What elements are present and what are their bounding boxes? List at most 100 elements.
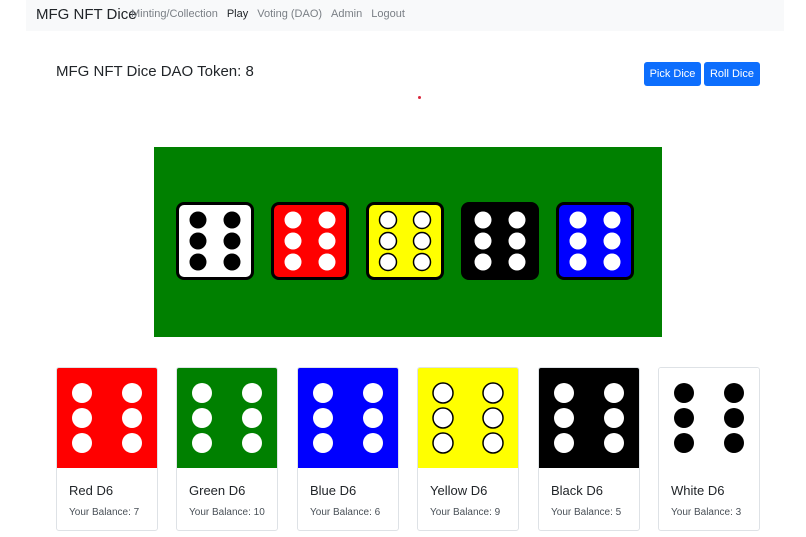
die-face [674,383,744,453]
die-pip [604,433,624,453]
die-pip [432,432,454,454]
die-pip [603,232,621,250]
die-yellow[interactable] [366,202,444,280]
card-title: Yellow D6 [430,483,488,498]
die-face [284,211,336,271]
die-pip [482,432,504,454]
die-pip [189,211,207,229]
nav-link-logout[interactable]: Logout [371,8,405,20]
die-pip [242,408,262,428]
die-pip [508,232,526,250]
pick-dice-button[interactable]: Pick Dice [644,62,701,86]
die-pip [313,433,333,453]
die-pip [474,232,492,250]
nav-links: Minting/Collection Play Voting (DAO) Adm… [131,8,414,20]
card-dice-image [539,368,639,468]
card-dice-image [659,368,759,468]
die-pip [363,383,383,403]
die-pip [223,232,241,250]
die-pip [318,253,336,271]
die-pip [674,383,694,403]
card-white-d6[interactable]: White D6 Your Balance: 3 [658,367,760,531]
die-blue[interactable] [556,202,634,280]
die-pip [482,407,504,429]
die-pip [223,253,241,271]
die-pip [604,408,624,428]
nav-link-voting[interactable]: Voting (DAO) [257,8,322,20]
card-title: Black D6 [551,483,604,498]
card-title: Red D6 [69,483,114,498]
die-face [72,383,142,453]
die-pip [674,408,694,428]
die-pip [508,211,526,229]
die-pip [284,232,302,250]
die-pip [313,408,333,428]
card-title: Green D6 [189,483,246,498]
card-blue-d6[interactable]: Blue D6 Your Balance: 6 [297,367,399,531]
die-face [189,211,241,271]
die-pip [192,408,212,428]
die-face [192,383,262,453]
die-pip [192,433,212,453]
die-pip [378,252,398,272]
die-face [313,383,383,453]
die-pip [363,408,383,428]
card-balance: Your Balance: 6 [310,507,381,518]
die-pip [122,408,142,428]
card-balance: Your Balance: 7 [69,507,140,518]
die-pip [242,383,262,403]
die-pip [674,433,694,453]
die-face [378,210,432,272]
roll-dice-button[interactable]: Roll Dice [704,62,760,86]
nav-link-play[interactable]: Play [227,8,248,20]
die-pip [603,253,621,271]
die-black[interactable] [461,202,539,280]
die-pip [603,211,621,229]
card-black-d6[interactable]: Black D6 Your Balance: 5 [538,367,640,531]
die-red[interactable] [271,202,349,280]
die-face [554,383,624,453]
die-pip [412,210,432,230]
nav-link-minting[interactable]: Minting/Collection [131,8,218,20]
die-pip [122,383,142,403]
die-pip [363,433,383,453]
die-pip [482,382,504,404]
card-title: Blue D6 [310,483,357,498]
die-pip [284,211,302,229]
die-pip [724,383,744,403]
die-face [569,211,621,271]
die-pip [72,408,92,428]
die-pip [189,253,207,271]
die-white[interactable] [176,202,254,280]
die-pip [412,231,432,251]
die-face [432,382,504,454]
card-dice-image [418,368,518,468]
die-pip [474,253,492,271]
nav-link-admin[interactable]: Admin [331,8,362,20]
die-pip [554,383,574,403]
card-title: White D6 [671,483,725,498]
die-pip [474,211,492,229]
die-pip [192,383,212,403]
brand-logo[interactable]: MFG NFT Dice [36,6,137,23]
card-red-d6[interactable]: Red D6 Your Balance: 7 [56,367,158,531]
die-pip [569,253,587,271]
card-balance: Your Balance: 5 [551,507,622,518]
card-dice-image [298,368,398,468]
die-pip [412,252,432,272]
die-pip [72,433,92,453]
die-pip [318,211,336,229]
die-pip [189,232,207,250]
die-face [474,211,526,271]
card-green-d6[interactable]: Green D6 Your Balance: 10 [176,367,278,531]
navbar: MFG NFT Dice Minting/Collection Play Vot… [26,0,784,31]
dice-table [154,147,662,337]
page-title: MFG NFT Dice DAO Token: 8 [56,63,254,80]
card-yellow-d6[interactable]: Yellow D6 Your Balance: 9 [417,367,519,531]
card-balance: Your Balance: 10 [189,507,265,518]
die-pip [242,433,262,453]
die-pip [604,383,624,403]
die-pip [378,231,398,251]
die-pip [432,407,454,429]
die-pip [569,232,587,250]
